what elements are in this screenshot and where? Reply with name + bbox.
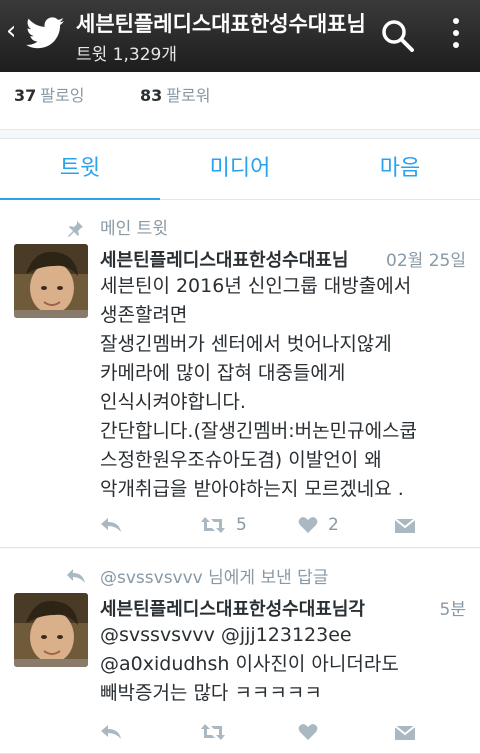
following-label: 팔로잉 (40, 86, 85, 105)
tweet-line: 악개취급을 받아야하는지 모르겠네요 . (100, 478, 404, 500)
twitter-bird-icon[interactable] (26, 17, 64, 49)
tweet-line: 인식시켜야합니다. (100, 391, 246, 413)
reply-context-icon (67, 569, 85, 583)
followers-label: 팔로워 (166, 86, 211, 105)
like-button[interactable]: 2 (298, 512, 339, 538)
direct-message-button[interactable] (394, 512, 416, 538)
reply-icon (101, 725, 121, 739)
app-header: ‹ 세븐틴플레디스대표한성수대표님 트윗 1,329개 (0, 0, 480, 72)
following-count: 37 (14, 86, 37, 105)
tweet-line: @svssvsvvv @jjj123123ee (100, 624, 352, 646)
tweet-line: 카메라에 많이 잡혀 대중들에게 (100, 362, 346, 384)
tweet-line: 빼박증거는 많다 ㅋㅋㅋㅋㅋ (100, 682, 322, 704)
tweet-text: @svssvsvvv @jjj123123ee @a0xidudhsh 이사진이… (100, 621, 472, 708)
tweet-line: 스정한원우조슈아도겸) 이발언이 왜 (100, 449, 382, 471)
tweet-time: 5분 (439, 600, 466, 620)
tweet-time: 02월 25일 (386, 251, 466, 271)
profile-stats: 37 팔로잉 83 팔로워 (0, 72, 480, 130)
reply-icon (101, 518, 121, 532)
search-icon[interactable] (380, 18, 416, 54)
tweet-item[interactable]: @svssvsvvv 님에게 보낸 답글 세븐틴플레디스대표한성수대표님각 5분… (0, 549, 480, 754)
back-icon[interactable]: ‹ (6, 18, 16, 44)
tweet-line: 간단합니다.(잘생긴멤버:버논민규에스쿱 (100, 420, 418, 442)
envelope-icon (394, 725, 416, 740)
followers-stat[interactable]: 83 팔로워 (140, 82, 210, 106)
tweet-actions: 5 2 (100, 512, 420, 538)
tweet-line: 잘생긴멤버가 센터에서 벗어나지않게 (100, 333, 392, 355)
direct-message-button[interactable] (394, 719, 416, 745)
envelope-icon (394, 518, 416, 533)
retweet-count: 5 (236, 515, 247, 535)
tweet-item[interactable]: 메인 트윗 세븐틴플레디스대표한성수대표님 02월 25일 세븐틴이 2016년… (0, 200, 480, 548)
reply-button[interactable] (100, 719, 122, 745)
reply-button[interactable] (100, 512, 122, 538)
tweet-text: 세븐틴이 2016년 신인그룹 대방출에서 생존할려면 잘생긴멤버가 센터에서 … (100, 272, 472, 504)
avatar[interactable] (14, 593, 88, 667)
avatar[interactable] (14, 244, 88, 318)
profile-tabs: 트윗 미디어 마음 (0, 138, 480, 202)
tweet-line: @a0xidudhsh 이사진이 아니더라도 (100, 653, 399, 675)
tweet-context: @svssvsvvv 님에게 보낸 답글 (100, 568, 329, 588)
more-options-icon[interactable] (446, 14, 466, 58)
profile-title: 세븐틴플레디스대표한성수대표님 (76, 12, 366, 36)
tweet-count: 트윗 1,329개 (76, 45, 177, 65)
tab-tweets[interactable]: 트윗 (0, 139, 160, 202)
heart-icon (298, 724, 318, 740)
tweet-actions (100, 719, 420, 745)
retweet-icon (201, 724, 225, 740)
retweet-button[interactable]: 5 (200, 512, 247, 538)
retweet-button[interactable] (200, 719, 236, 745)
retweet-icon (201, 517, 225, 533)
pin-icon (68, 221, 83, 237)
following-stat[interactable]: 37 팔로잉 (14, 82, 84, 106)
tab-media[interactable]: 미디어 (160, 139, 320, 201)
like-count: 2 (328, 515, 339, 535)
followers-count: 83 (140, 86, 163, 105)
heart-icon (298, 517, 318, 533)
like-button[interactable] (298, 719, 328, 745)
tab-likes[interactable]: 마음 (320, 139, 480, 201)
tweet-line: 세븐틴이 2016년 신인그룹 대방출에서 (100, 275, 412, 297)
tweet-author-name[interactable]: 세븐틴플레디스대표한성수대표님각 (100, 595, 370, 621)
tweet-context: 메인 트윗 (100, 219, 168, 239)
tweet-author-name[interactable]: 세븐틴플레디스대표한성수대표님 (100, 246, 370, 272)
tweet-line: 생존할려면 (100, 304, 188, 326)
